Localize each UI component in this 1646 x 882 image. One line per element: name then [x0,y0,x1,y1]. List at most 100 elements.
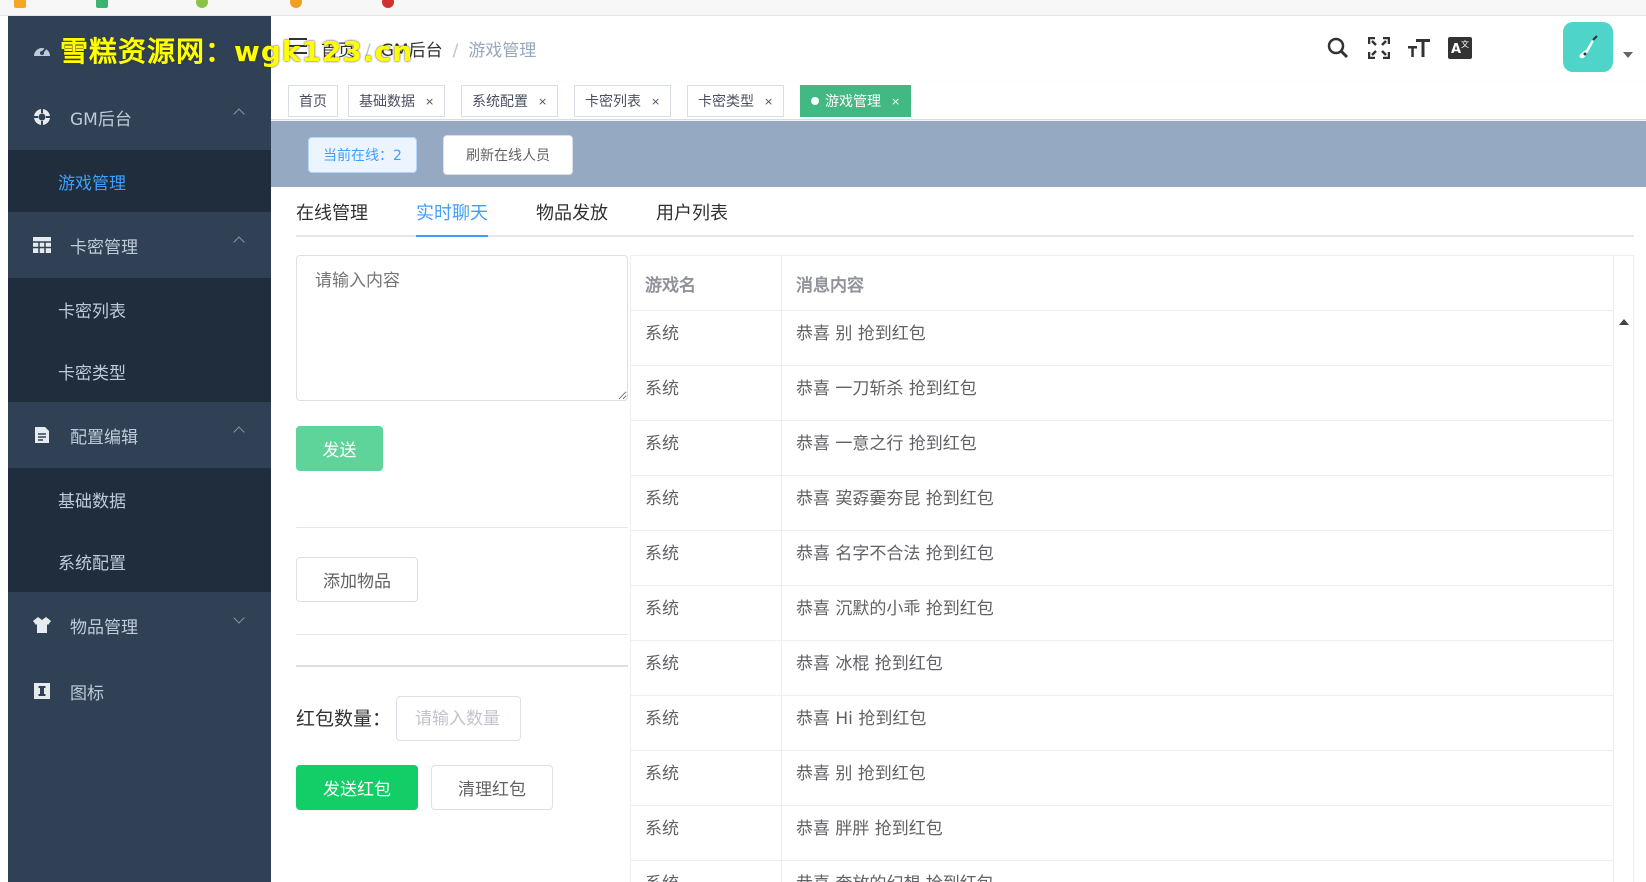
message-table: 游戏名 消息内容 系统 恭喜 别 抢到红包 系统 恭喜 一刀斩杀 抢到红包 系统 恭喜 一… [630,255,1634,882]
table-row[interactable]: 系统 恭喜 沉默的小乖 抢到红包 [631,586,1614,641]
table-body: 系统 恭喜 别 抢到红包 系统 恭喜 一刀斩杀 抢到红包 系统 恭喜 一意之行 抢到红包系… [631,311,1614,882]
send-redpacket-button[interactable]: 发送红包 [296,765,418,810]
cell-game-name: 系统 [631,806,782,860]
cell-game-name: 系统 [631,751,782,805]
table-scrollbar[interactable] [1614,311,1633,882]
cell-game-name: 系统 [631,696,782,750]
watermark-text: 雪糕资源网：wgk123.cn [60,35,414,68]
breadcrumb-current: 游戏管理 [468,41,537,61]
sidebar-item-base-data[interactable]: 基础数据 [8,468,271,530]
cell-game-name: 系统 [631,311,782,365]
tags-view: 首页 基础数据 × 系统配置 × 卡密列表 × 卡密类型 × 游戏管理 × [271,82,1646,120]
active-dot [811,97,819,105]
bookmark-star-icon[interactable] [14,0,30,8]
bookmark-item[interactable] [382,0,398,8]
scroll-up-icon[interactable] [1619,319,1629,325]
table-row[interactable]: 系统恭喜 奔放的幻想 抢到红包 [631,861,1614,882]
guitar-icon [1579,35,1598,59]
table-row[interactable]: 系统 恭喜 一意之行 抢到红包 [631,421,1614,476]
document-icon [32,425,52,445]
close-icon[interactable]: × [764,95,773,108]
cell-message: 恭喜 一刀斩杀 抢到红包 [782,366,1614,420]
table-row[interactable]: 系统 恭喜 名字不合法 抢到红包 [631,531,1614,586]
tag-home[interactable]: 首页 [288,85,338,117]
tag-card-list[interactable]: 卡密列表 × [574,85,672,117]
close-icon[interactable]: × [891,95,900,108]
avatar[interactable] [1563,22,1613,72]
chat-message-input[interactable] [296,255,628,401]
table-row[interactable]: 系统 恭喜 巭孬嫑夯昆 抢到红包 [631,476,1614,531]
table-row[interactable]: 系统 恭喜 Hi 抢到红包 [631,696,1614,751]
redpacket-count-input[interactable] [396,696,521,741]
menu-label: 卡密管理 [70,237,138,258]
send-button[interactable]: 发送 [296,426,383,471]
search-icon[interactable] [1324,34,1352,62]
sidebar-item-card-list[interactable]: 卡密列表 [8,278,271,340]
chevron-down-icon [233,612,245,624]
cell-message: 恭喜 冰棍 抢到红包 [782,641,1614,695]
tab-live-chat[interactable]: 实时聊天 [416,199,488,237]
menu-config-edit[interactable]: 配置编辑 [8,402,271,468]
close-icon[interactable]: × [651,95,660,108]
bookmark-item[interactable] [196,0,212,8]
menu-gm-backend[interactable]: GM后台 [8,84,271,150]
divider [296,665,628,667]
chevron-up-icon [233,108,245,120]
menu-card-management[interactable]: 卡密管理 [8,212,271,278]
sidebar-item-card-type[interactable]: 卡密类型 [8,340,271,402]
dashboard-icon [32,40,52,60]
online-count-tag: 当前在线：2 [308,137,417,173]
cell-message: 恭喜 Hi 抢到红包 [782,696,1614,750]
clear-redpacket-button[interactable]: 清理红包 [431,765,553,810]
tab-online-management[interactable]: 在线管理 [296,199,368,235]
chevron-up-icon [233,236,245,248]
add-item-button[interactable]: 添加物品 [296,557,418,602]
caret-down-icon[interactable] [1623,52,1633,58]
tab-user-list[interactable]: 用户列表 [656,199,728,235]
table-row[interactable]: 系统 恭喜 一刀斩杀 抢到红包 [631,366,1614,421]
cell-message: 恭喜 胖胖 抢到红包 [782,806,1614,860]
cell-game-name: 系统 [631,366,782,420]
table-row[interactable]: 系统 恭喜 别 抢到红包 [631,751,1614,806]
cell-game-name: 系统 [631,421,782,475]
column-header-message[interactable]: 消息内容 [782,256,1614,310]
sidebar-item-game-management[interactable]: 游戏管理 [8,150,271,212]
tab-item-distribution[interactable]: 物品发放 [536,199,608,235]
cell-game-name: 系统 [631,641,782,695]
cell-message: 恭喜 别 抢到红包 [782,311,1614,365]
sidebar-item-system-config[interactable]: 系统配置 [8,530,271,592]
sidebar: GM后台 游戏管理 卡密管理 卡密列表 卡密类型 配置编辑 基础数据 系统配置 … [8,16,271,882]
cell-message: 恭喜 一意之行 抢到红包 [782,421,1614,475]
fullscreen-icon[interactable] [1365,34,1393,62]
navbar: 首页 / GM后台 / 游戏管理 A文 [271,16,1646,82]
divider [296,527,628,528]
tag-card-type[interactable]: 卡密类型 × [687,85,785,117]
svg-text:文: 文 [1461,39,1469,49]
refresh-online-button[interactable]: 刷新在线人员 [443,135,573,175]
cell-message: 恭喜 奔放的幻想 抢到红包 [782,861,1614,882]
translate-icon[interactable]: A文 [1446,34,1474,62]
cell-game-name: 系统 [631,861,782,882]
menu-label: 图标 [70,683,104,704]
bookmark-item[interactable] [290,0,306,8]
table-row[interactable]: 系统 恭喜 冰棍 抢到红包 [631,641,1614,696]
table-row[interactable]: 系统 恭喜 别 抢到红包 [631,311,1614,366]
cell-message: 恭喜 名字不合法 抢到红包 [782,531,1614,585]
column-header-game-name[interactable]: 游戏名 [631,256,782,310]
tab-bar: 在线管理 实时聊天 物品发放 用户列表 [296,187,1634,237]
cell-game-name: 系统 [631,586,782,640]
font-size-icon[interactable] [1405,34,1433,62]
menu-item-management[interactable]: 物品管理 [8,592,271,658]
cell-message: 恭喜 沉默的小乖 抢到红包 [782,586,1614,640]
tag-base-data[interactable]: 基础数据 × [348,85,446,117]
tag-system-config[interactable]: 系统配置 × [461,85,559,117]
close-icon[interactable]: × [425,95,434,108]
table-row[interactable]: 系统 恭喜 胖胖 抢到红包 [631,806,1614,861]
table-icon [32,235,52,255]
tag-game-management[interactable]: 游戏管理 × [800,85,912,117]
menu-icons[interactable]: 图标 [8,658,271,724]
online-bar: 当前在线：2 刷新在线人员 [271,121,1646,187]
bookmark-item[interactable] [96,0,112,8]
close-icon[interactable]: × [538,95,547,108]
menu-label: GM后台 [70,109,132,130]
